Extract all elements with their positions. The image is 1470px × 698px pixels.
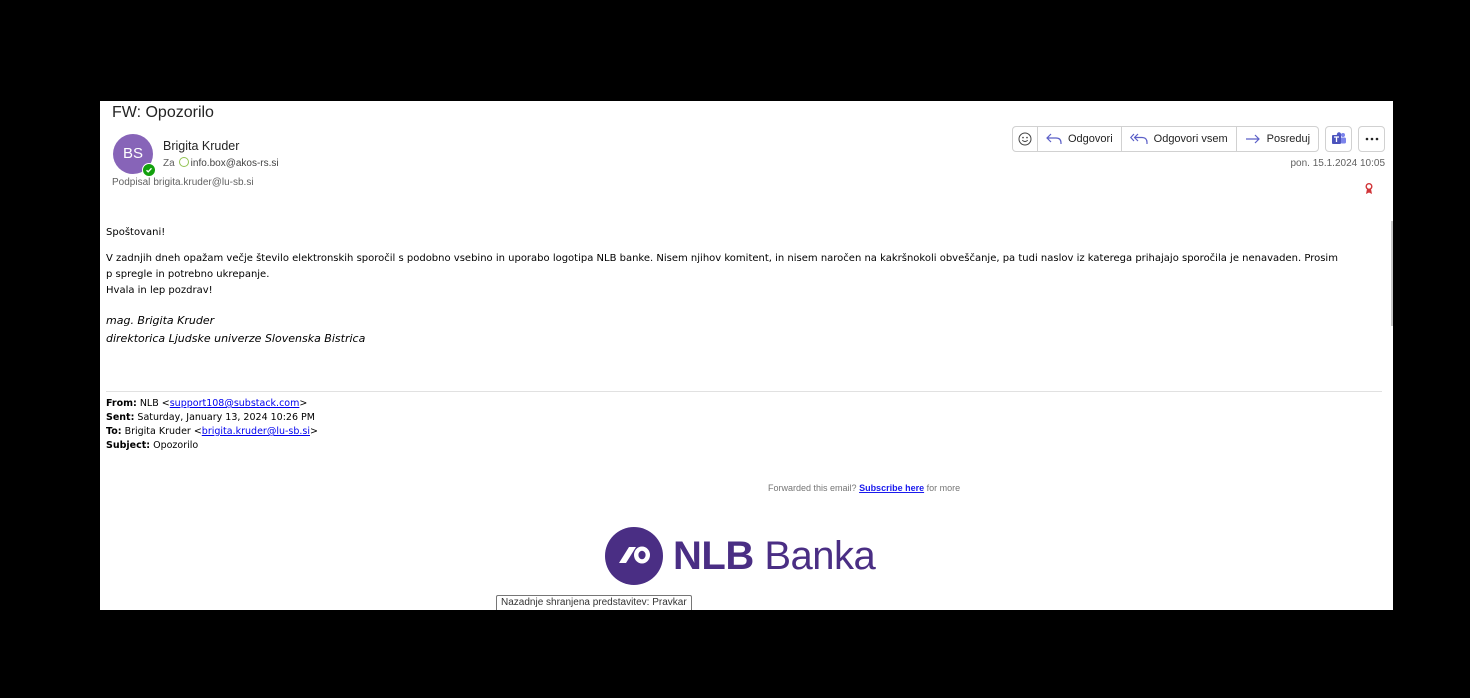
received-date: pon. 15.1.2024 10:05 [1290,158,1385,169]
email-reading-pane: FW: Opozorilo BS Brigita Kruder Za info.b… [100,101,1393,610]
forwarded-to-email-link[interactable]: brigita.kruder@lu-sb.si [202,426,310,437]
presence-ring-icon [178,157,189,167]
signature-name: mag. Brigita Kruder [106,314,215,327]
forward-button[interactable]: Posreduj [1237,127,1318,151]
nlb-logo-mark [605,527,663,585]
autosave-tooltip: Nazadnje shranjena predstavitev: Pravkar [496,595,692,610]
body-paragraph: V zadnjih dneh opažam večje število elek… [106,253,1338,264]
nlb-logo: NLB Banka [605,527,876,585]
reply-all-button[interactable]: Odgovori vsem [1122,127,1237,151]
message-body: Spoštovani! V zadnjih dneh opažam večje … [106,225,1386,348]
signature-block: mag. Brigita Kruder direktorica Ljudske … [106,312,1386,348]
forwarded-sent: Sent: Saturday, January 13, 2024 10:26 P… [106,412,315,423]
signature-ribbon-icon[interactable] [1365,182,1373,200]
reply-button[interactable]: Odgovori [1038,127,1122,151]
closing-line: Hvala in lep pozdrav! [106,285,213,296]
signed-address: brigita.kruder@lu-sb.si [153,177,254,188]
substack-promo-line: Forwarded this email? Subscribe here for… [768,483,961,493]
logo-text-regular: Banka [753,533,876,578]
reply-label: Odgovori [1068,133,1113,145]
more-actions-button[interactable] [1358,126,1386,152]
signed-by-line: Podpisal brigita.kruder@lu-sb.si [112,177,254,188]
more-ellipsis-icon [1365,137,1378,141]
reply-all-label: Odgovori vsem [1153,133,1228,145]
forwarded-to: To: Brigita Kruder <brigita.kruder@lu-sb… [106,426,318,437]
signature-title: direktorica Ljudske univerze Slovenska B… [106,332,366,345]
forwarded-from-email-link[interactable]: support108@substack.com [170,398,300,409]
reply-arrow-icon [1046,133,1062,144]
message-actions: Odgovori Odgovori vsem Posreduj [1012,126,1386,152]
teams-icon [1331,132,1346,144]
recipient-line: Za info.box@akos-rs.si [163,157,279,169]
logo-text-bold: NLB [673,533,754,578]
forwarded-from: From: NLB <support108@substack.com> [106,398,308,409]
scrollbar-thumb[interactable] [1391,221,1393,326]
email-subject: FW: Opozorilo [112,104,214,121]
forward-arrow-icon [1245,134,1260,144]
forwarded-header: From: NLB <support108@substack.com> Sent… [106,397,318,453]
reply-all-arrow-icon [1129,133,1148,144]
recipient-address[interactable]: info.box@akos-rs.si [191,158,279,169]
body-paragraph-continued: p spregle in potrebno ukrepanje. [106,269,270,280]
presence-available-icon [142,163,156,177]
forward-label: Posreduj [1266,133,1311,145]
smiley-icon [1018,132,1032,146]
teams-share-button[interactable] [1325,126,1353,152]
emoji-reaction-button[interactable] [1013,127,1038,151]
forwarded-subject: Subject: Opozorilo [106,440,199,451]
forward-divider [106,391,1382,392]
reply-button-group: Odgovori Odgovori vsem Posreduj [1012,126,1320,152]
to-label: Za [163,158,175,169]
subscribe-link[interactable]: Subscribe here [859,483,924,493]
signed-label: Podpisal [112,177,151,188]
sender-name[interactable]: Brigita Kruder [163,139,239,153]
greeting: Spoštovani! [106,227,166,238]
